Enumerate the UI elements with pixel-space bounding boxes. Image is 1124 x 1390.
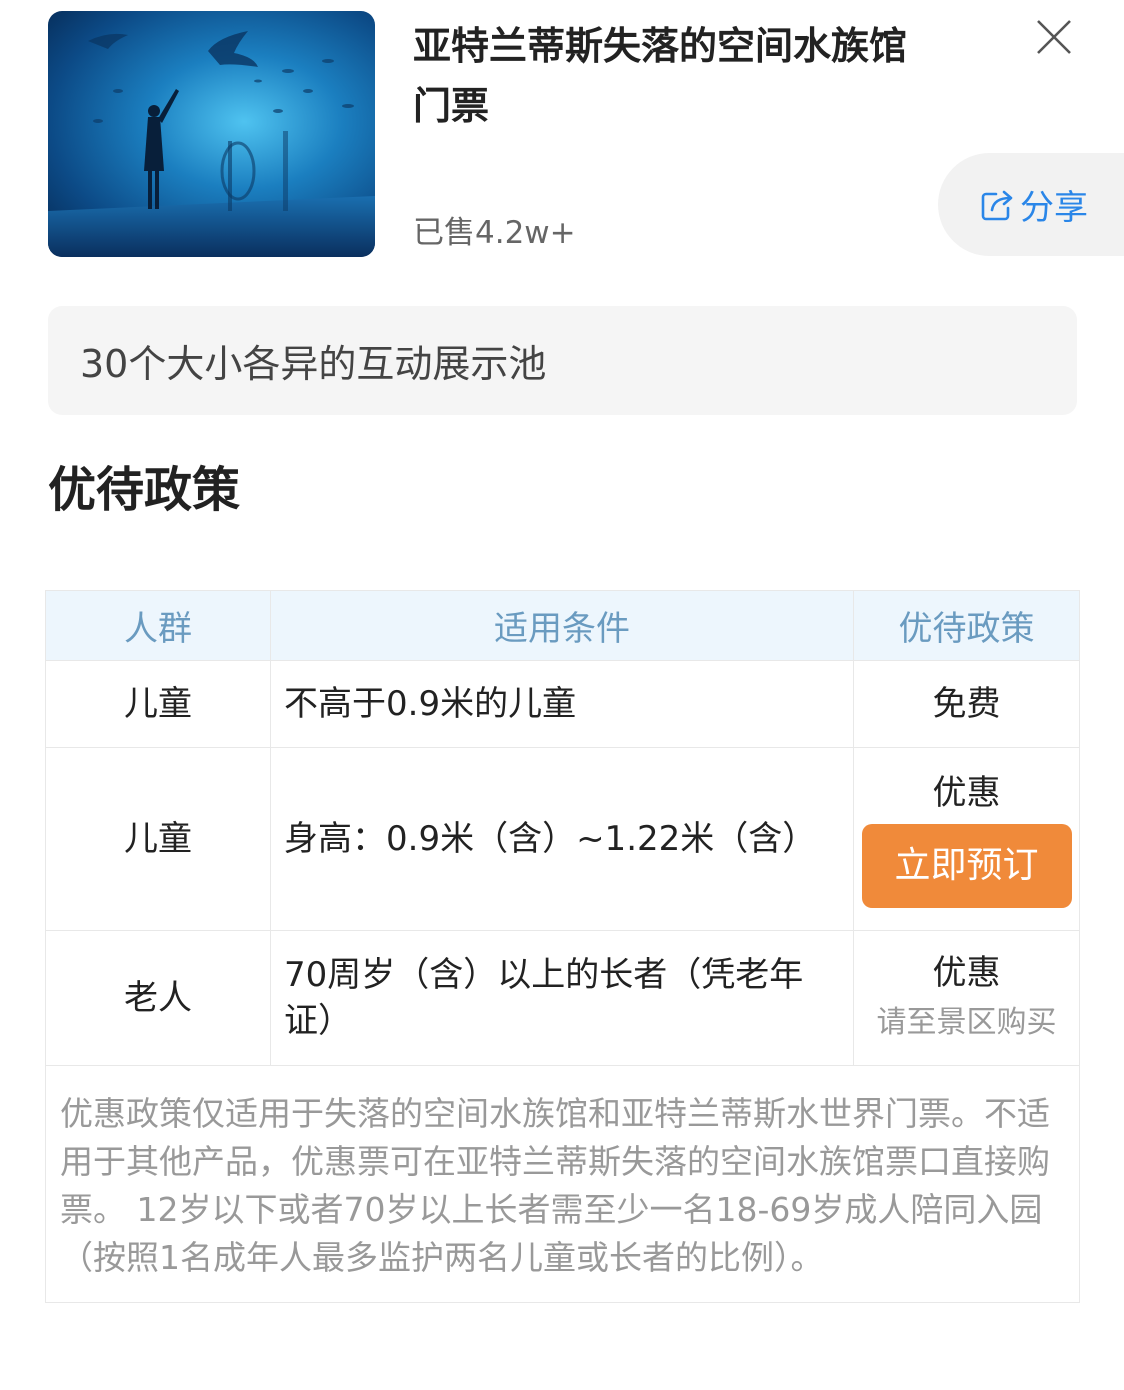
- close-icon: [1037, 20, 1071, 54]
- table-row: 儿童 不高于0.9米的儿童 免费: [46, 661, 1079, 748]
- aquarium-thumbnail-image[interactable]: [48, 11, 375, 257]
- row-policy-label: 免费: [932, 684, 1001, 724]
- highlight-box: 30个大小各异的互动展示池: [48, 306, 1077, 415]
- table-row: 儿童 身高：0.9米（含）~1.22米（含） 优惠 立即预订: [46, 748, 1079, 931]
- product-title: 亚特兰蒂斯失落的空间水族馆门票: [413, 24, 908, 128]
- section-title: 优待政策: [48, 462, 241, 518]
- row-policy-label: 优惠: [932, 773, 1001, 813]
- sold-count: 已售4.2w+: [413, 215, 576, 251]
- share-label: 分享: [1020, 188, 1088, 228]
- column-header-group: 人群: [46, 591, 271, 660]
- policy-footnote: 优惠政策仅适用于失落的空间水族馆和亚特兰蒂斯水世界门票。不适用于其他产品，优惠票…: [60, 1094, 1050, 1277]
- row-group: 儿童: [46, 748, 271, 930]
- column-header-policy: 优待政策: [898, 609, 1035, 649]
- close-button[interactable]: [1034, 17, 1074, 57]
- row-condition: 身高：0.9米（含）~1.22米（含）: [271, 748, 854, 930]
- book-now-button[interactable]: 立即预订: [861, 824, 1072, 908]
- share-button[interactable]: 分享: [938, 153, 1124, 256]
- table-header-row: 人群 适用条件 优待政策: [46, 591, 1079, 661]
- row-policy: 免费: [854, 661, 1079, 747]
- row-policy: 优惠 请至景区购买: [854, 931, 1079, 1065]
- row-group: 老人: [46, 931, 271, 1065]
- row-policy: 优惠 立即预订: [854, 748, 1079, 930]
- share-icon: [981, 190, 1013, 220]
- row-group: 儿童: [46, 661, 271, 747]
- row-condition: 不高于0.9米的儿童: [271, 661, 854, 747]
- ticket-detail-page: 亚特兰蒂斯失落的空间水族馆门票 已售4.2w+ 分享 30个大小各异的互动展示池…: [0, 0, 1124, 1390]
- row-condition: 70周岁（含）以上的长者（凭老年证）: [271, 931, 854, 1065]
- column-header-condition: 适用条件: [271, 591, 854, 660]
- purchase-at-venue-note: 请至景区购买: [876, 1005, 1057, 1040]
- row-policy-label: 优惠: [932, 953, 1001, 993]
- policy-table: 人群 适用条件 优待政策 儿童 不高于0.9米的儿童 免费 儿童 身高：0.9米…: [45, 590, 1080, 1303]
- table-row: 老人 70周岁（含）以上的长者（凭老年证） 优惠 请至景区购买: [46, 931, 1079, 1066]
- highlight-text: 30个大小各异的互动展示池: [80, 342, 547, 386]
